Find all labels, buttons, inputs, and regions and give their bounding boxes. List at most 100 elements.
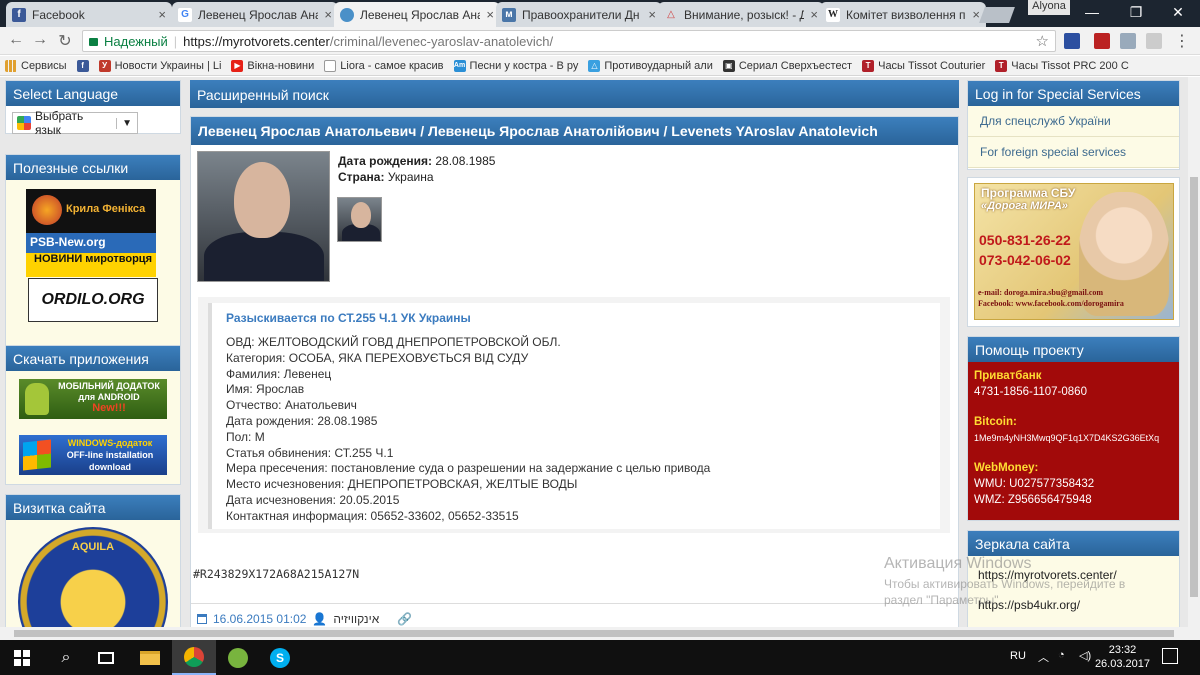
page-icon — [324, 59, 337, 72]
language-select[interactable]: Выбрать язык ▼ — [12, 109, 138, 137]
bookmark-star-icon[interactable]: ☆ — [1036, 32, 1049, 50]
google-translate-icon — [17, 116, 31, 130]
mirror-link[interactable]: https://myrotvorets.center/ — [978, 560, 1169, 590]
language-indicator[interactable]: RU — [1010, 650, 1026, 662]
chrome-icon[interactable] — [172, 640, 216, 675]
search-icon[interactable]: ⌕ — [44, 640, 88, 675]
notifications-icon[interactable] — [1162, 648, 1178, 664]
close-icon[interactable]: × — [486, 7, 494, 22]
profile-button[interactable]: Alyona — [1028, 0, 1070, 15]
webmoney-label: WebMoney: — [974, 462, 1039, 474]
window-close-icon[interactable]: ✕ — [1156, 0, 1200, 24]
krila-feniksa-banner[interactable]: Крила Фенікса — [26, 189, 156, 233]
bookmark-facebook[interactable]: f — [72, 59, 94, 72]
post-date: 16.06.2015 01:02 — [213, 612, 307, 626]
post-author[interactable]: אינקוויזיה — [333, 612, 379, 626]
advanced-search-bar[interactable]: Расширенный поиск — [190, 80, 959, 108]
language-select-label: Выбрать язык — [34, 109, 84, 137]
minimize-icon[interactable]: — — [1070, 0, 1114, 24]
bookmark-shop[interactable]: △ Противоударный али — [583, 59, 717, 72]
sbu-email: e-mail: doroga.mira.sbu@gmail.com — [978, 288, 1104, 297]
apps-panel: Скачать приложения МОБІЛЬНИЙ ДОДАТОК для… — [5, 345, 181, 485]
ordilo-banner[interactable]: ORDILO.ORG — [28, 278, 158, 322]
advanced-search-heading[interactable]: Расширенный поиск — [190, 80, 959, 108]
psb-new-banner[interactable]: PSB-New.org НОВИНИ миротворця — [26, 233, 156, 277]
wikipedia-icon: W — [826, 7, 840, 22]
bookmark-songs[interactable]: Am Песни у костра - В ру — [449, 59, 584, 72]
bookmarks-bar: Сервисы f У Новости Украины | Li ▶ Вікна… — [0, 56, 1200, 76]
privatbank-value: 4731-1856-1107-0860 — [974, 386, 1087, 398]
vertical-scrollbar[interactable] — [1188, 77, 1200, 627]
extension-icon[interactable] — [1064, 33, 1080, 49]
tab-wikipedia[interactable]: W Комітет визволення п × — [820, 2, 986, 27]
link-foreign-services[interactable]: For foreign special services — [968, 137, 1179, 168]
file-explorer-icon[interactable] — [128, 640, 172, 675]
shop-icon: △ — [588, 59, 601, 72]
photo-body — [204, 232, 324, 281]
tab-myrotvorets-active[interactable]: Левенец Ярослав Ана × — [334, 2, 500, 27]
scrollbar-thumb[interactable] — [14, 630, 1174, 637]
extension-icon[interactable] — [1146, 33, 1162, 49]
restore-icon[interactable]: ❐ — [1114, 0, 1158, 24]
close-icon[interactable]: × — [972, 7, 980, 22]
bookmark-series[interactable]: ▣ Сериал Сверхъестест — [718, 59, 857, 72]
skype-icon[interactable]: S — [258, 640, 302, 675]
bookmark-tissot-prc[interactable]: T Часы Tissot PRC 200 C — [990, 59, 1134, 72]
back-icon[interactable]: ← — [6, 31, 26, 49]
sbu-title: Программа СБУ — [981, 186, 1076, 200]
tab-google-search[interactable]: G Левенец Ярослав Ана × — [172, 2, 338, 27]
clock[interactable]: 23:32 26.03.2017 — [1095, 643, 1150, 671]
windows-app-banner[interactable]: WINDOWS-додаток OFF-line installation do… — [19, 435, 167, 475]
bookmark-vikna[interactable]: ▶ Вікна-новини — [226, 59, 319, 72]
tab-title: Комітет визволення п — [846, 7, 966, 22]
close-icon[interactable]: × — [324, 7, 332, 22]
tab-vk[interactable]: м Правоохранители Дн × — [496, 2, 662, 27]
clock-time: 23:32 — [1108, 644, 1137, 656]
bookmark-tissot-couturier[interactable]: T Часы Tissot Couturier — [857, 59, 990, 72]
youtube-icon: ▶ — [231, 59, 244, 72]
banner-text: ORDILO.ORG — [41, 291, 145, 308]
person-photo[interactable] — [197, 151, 330, 282]
birth-label: Дата рождения: — [338, 154, 433, 168]
wanted-line: Категория: ОСОБА, ЯКА ПЕРЕХОВУЄТЬСЯ ВІД … — [226, 350, 529, 365]
horizontal-scrollbar[interactable] — [0, 627, 1200, 640]
tab-facebook[interactable]: f Facebook × — [6, 2, 172, 27]
menu-icon[interactable]: ⋮ — [1172, 31, 1192, 51]
bookmark-label: Часы Tissot Couturier — [878, 59, 986, 72]
reload-icon[interactable]: ↻ — [55, 31, 75, 51]
google-icon: G — [178, 7, 192, 22]
utorrent-icon[interactable] — [216, 640, 260, 675]
wanted-line: Статья обвинения: СТ.255 Ч.1 — [226, 445, 394, 460]
ublock-icon[interactable] — [1094, 33, 1110, 49]
download-icon[interactable] — [1120, 33, 1136, 49]
warning-icon: △ — [667, 9, 675, 20]
close-icon[interactable]: × — [648, 7, 656, 22]
useful-links-heading: Полезные ссылки — [6, 155, 180, 180]
url-path: /criminal/levenec-yaroslav-anatolevich/ — [329, 33, 554, 49]
link-ukraine-services[interactable]: Для спецслужб України — [968, 106, 1179, 137]
task-view-icon[interactable] — [84, 640, 128, 675]
vk-icon: м — [502, 7, 516, 22]
android-app-banner[interactable]: МОБІЛЬНИЙ ДОДАТОК для ANDROID New!!! — [19, 379, 167, 419]
volume-icon[interactable]: ◁) — [1079, 649, 1091, 662]
mirror-link[interactable]: https://psb4ukr.org/ — [978, 590, 1169, 620]
close-icon[interactable]: × — [810, 7, 818, 22]
country-label: Страна: — [338, 170, 385, 184]
link-icon[interactable]: 🔗 — [397, 612, 412, 626]
person-thumbnail[interactable] — [337, 197, 382, 242]
bookmark-news-ukraine[interactable]: У Новости Украины | Li — [94, 59, 227, 72]
tab-wanted[interactable]: △ Внимание, розыск! - Д × — [658, 2, 824, 27]
sbu-banner[interactable]: Программа СБУ «Дорога МИРА» 050-831-26-2… — [974, 183, 1174, 320]
bookmark-apps[interactable]: Сервисы — [0, 59, 72, 72]
scrollbar-thumb[interactable] — [1190, 177, 1198, 597]
apps-icon — [5, 59, 17, 72]
secure-label: Надежный — [104, 33, 168, 49]
bookmark-liora[interactable]: Liora - самое красив — [319, 59, 448, 72]
address-bar[interactable]: Надежный | https://myrotvorets.center/cr… — [82, 30, 1056, 52]
close-icon[interactable]: × — [158, 7, 166, 22]
network-icon[interactable]: ◔ — [1058, 649, 1065, 661]
new-tab-button[interactable] — [979, 7, 1015, 23]
windows-start-icon[interactable] — [0, 640, 44, 675]
chevron-up-icon[interactable]: ︿ — [1038, 649, 1049, 665]
forward-icon[interactable]: → — [30, 31, 50, 49]
